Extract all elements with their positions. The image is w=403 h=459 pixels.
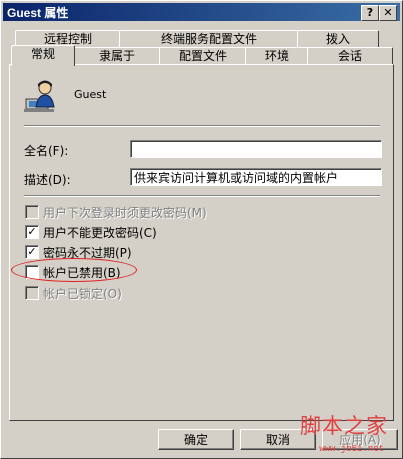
must-change-password-checkbox[interactable] [25,205,39,219]
watermark-logo: 脚本之家 [300,414,388,438]
username-label: Guest [74,88,107,101]
window-title: Guest 属性 [7,6,69,20]
help-button[interactable]: ? [361,5,379,21]
tab-profile[interactable]: 配置文件 [159,47,247,65]
ok-button[interactable]: 确定 [158,429,234,450]
password-never-expires-checkbox[interactable]: ✓ [25,245,39,259]
account-disabled-label: 帐户已禁用(B) [43,266,121,280]
cannot-change-password-checkbox[interactable]: ✓ [25,225,39,239]
account-locked-label: 帐户已锁定(O) [43,287,122,301]
must-change-password-label: 用户下次登录时须更改密码(M) [43,206,207,220]
tab-general[interactable]: 常规 [11,45,75,66]
description-field[interactable]: 供来宾访问计算机或访问域的内置帐户 [130,168,382,186]
user-icon [24,79,58,113]
fullname-label: 全名(F): [24,144,69,158]
watermark-url: www.jb51.net [319,444,384,454]
tab-dial-in[interactable]: 拨入 [297,30,379,48]
title-bar[interactable]: Guest 属性 ? ✕ [3,3,400,21]
password-never-expires-label: 密码永不过期(P) [43,246,132,260]
description-label: 描述(D): [24,173,71,187]
tab-sessions[interactable]: 会话 [307,47,393,65]
tab-member-of[interactable]: 隶属于 [73,47,161,65]
cannot-change-password-label: 用户不能更改密码(C) [43,226,157,240]
account-disabled-checkbox[interactable] [25,265,39,279]
fullname-field[interactable] [130,140,382,158]
tab-terminal-services-profile[interactable]: 终端服务配置文件 [119,30,299,48]
properties-dialog: Guest 属性 ? ✕ 远程控制 终端服务配置文件 拨入 常规 隶属于 配置文… [0,0,403,459]
close-button[interactable]: ✕ [379,5,397,21]
account-locked-checkbox[interactable] [25,286,39,300]
tab-environment[interactable]: 环境 [245,47,309,65]
general-tab-panel: Guest 全名(F): 描述(D): 供来宾访问计算机或访问域的内置帐户 用户… [9,64,394,421]
divider [24,125,380,127]
divider [24,195,380,197]
